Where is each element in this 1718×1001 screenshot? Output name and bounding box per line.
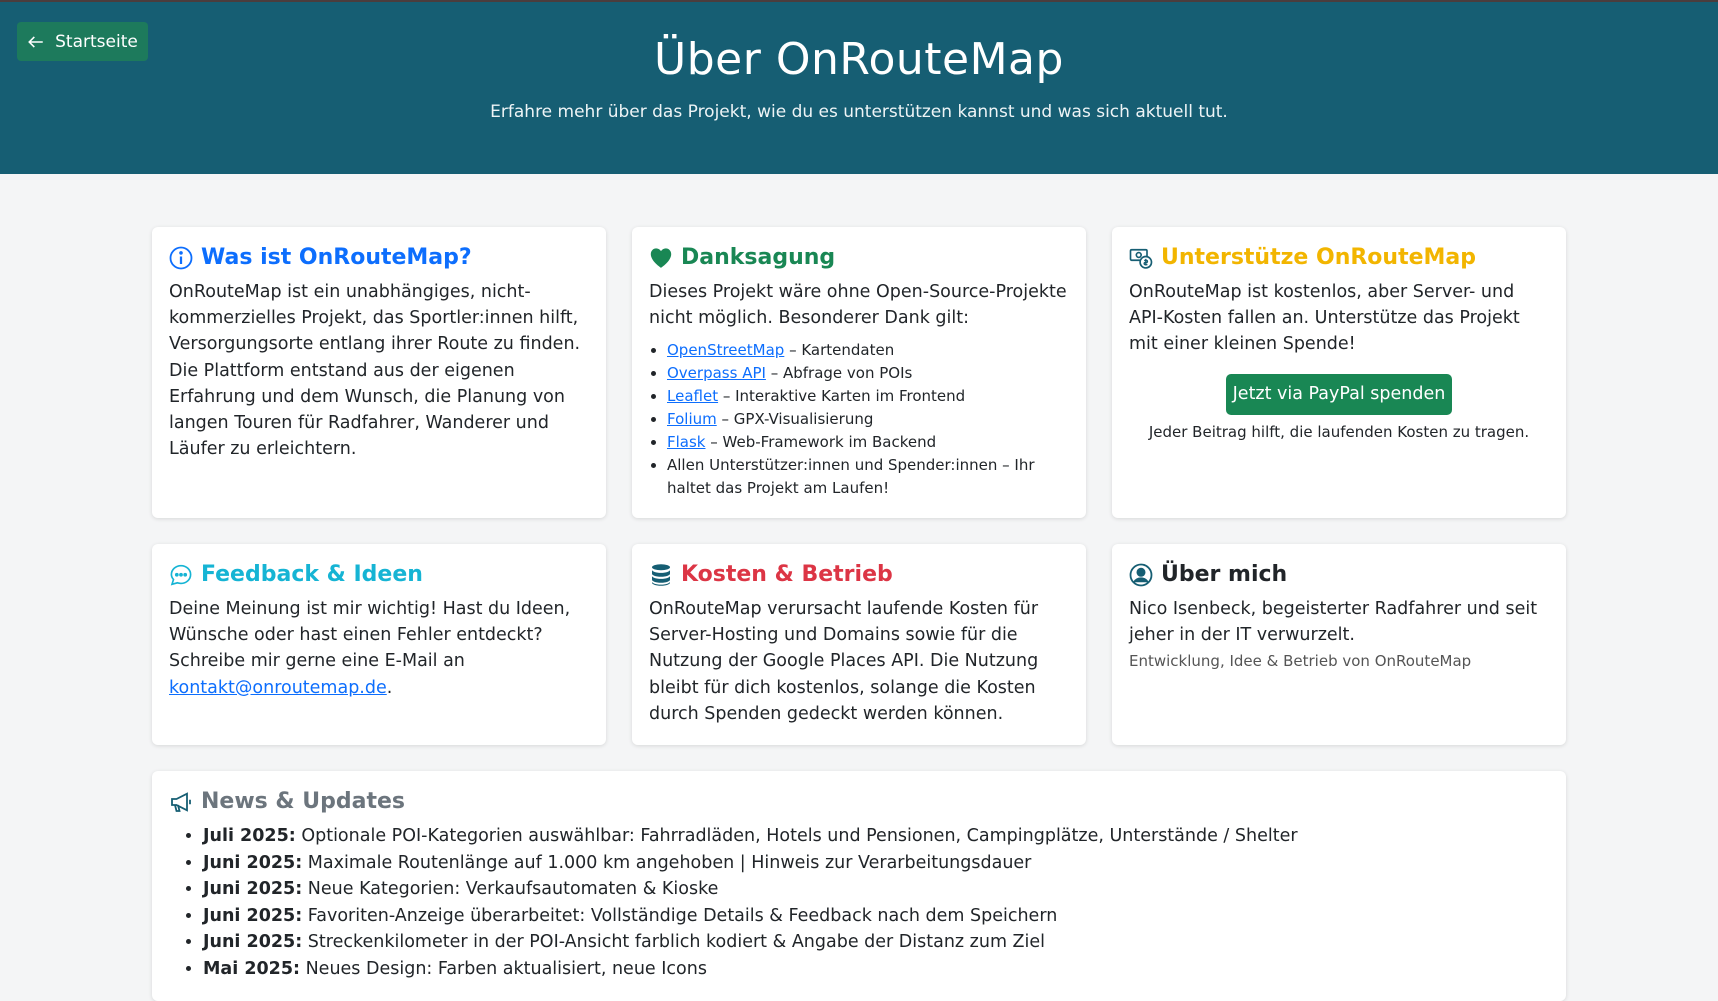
thanks-list: OpenStreetMap – Kartendaten Overpass API…	[649, 339, 1069, 500]
about-me-card: Über mich Nico Isenbeck, begeisterter Ra…	[1112, 544, 1566, 745]
heart-icon	[650, 248, 672, 268]
cash-icon	[1129, 248, 1153, 269]
news-title: News & Updates	[201, 789, 405, 814]
list-item-text: – Abfrage von POIs	[765, 364, 913, 383]
feedback-heading: Feedback & Ideen	[169, 560, 589, 590]
leaflet-link[interactable]: Leaflet	[667, 387, 718, 405]
list-item: Juli 2025: Optionale POI-Kategorien ausw…	[203, 823, 1549, 850]
thanks-card: Danksagung Dieses Projekt wäre ohne Open…	[632, 227, 1086, 518]
news-text: Favoriten-Anzeige überarbeitet: Vollstän…	[302, 905, 1058, 926]
about-card: Was ist OnRouteMap? OnRouteMap ist ein u…	[152, 227, 606, 518]
support-card: Unterstütze OnRouteMap OnRouteMap ist ko…	[1112, 227, 1566, 518]
news-date: Juni 2025:	[203, 852, 303, 873]
list-item: Overpass API – Abfrage von POIs	[667, 362, 1069, 385]
news-text: Maximale Routenlänge auf 1.000 km angeho…	[302, 852, 1032, 873]
info-icon	[169, 246, 193, 270]
database-icon	[652, 564, 670, 586]
news-card: News & Updates Juli 2025: Optionale POI-…	[152, 771, 1566, 1001]
feedback-card: Feedback & Ideen Deine Meinung ist mir w…	[152, 544, 606, 745]
list-item: Juni 2025: Maximale Routenlänge auf 1.00…	[203, 850, 1549, 877]
support-text: OnRouteMap ist kostenlos, aber Server- u…	[1129, 282, 1520, 355]
news-text: Optionale POI-Kategorien auswählbar: Fah…	[295, 826, 1298, 846]
list-item: Folium – GPX-Visualisierung	[667, 408, 1069, 431]
list-item-text: – Kartendaten	[784, 341, 895, 360]
thanks-title: Danksagung	[681, 245, 836, 270]
list-item: Juni 2025: Favoriten-Anzeige überarbeite…	[203, 903, 1549, 930]
list-item: Juni 2025: Streckenkilometer in der POI-…	[203, 929, 1549, 956]
feedback-text: Deine Meinung ist mir wichtig! Hast du I…	[169, 599, 571, 672]
about-me-text: Nico Isenbeck, begeisterter Radfahrer un…	[1129, 599, 1538, 646]
overpass-api-link[interactable]: Overpass API	[667, 364, 766, 382]
list-item-text: – GPX-Visualisierung	[716, 410, 874, 429]
person-circle-icon	[1129, 563, 1153, 587]
news-date: Juli 2025:	[203, 826, 296, 846]
costs-title: Kosten & Betrieb	[681, 562, 893, 587]
news-date: Mai 2025:	[203, 958, 301, 979]
news-date: Juni 2025:	[203, 932, 303, 952]
about-text: OnRouteMap ist ein unabhängiges, nicht-k…	[169, 282, 581, 460]
about-title: Was ist OnRouteMap?	[201, 245, 472, 270]
about-me-caption: Entwicklung, Idee & Betrieb von OnRouteM…	[1129, 652, 1472, 671]
feedback-suffix: .	[386, 677, 393, 698]
about-me-heading: Über mich	[1129, 560, 1549, 590]
support-heading: Unterstütze OnRouteMap	[1129, 243, 1549, 273]
costs-heading: Kosten & Betrieb	[649, 560, 1069, 590]
megaphone-icon	[171, 792, 191, 812]
about-me-title: Über mich	[1161, 562, 1288, 587]
news-text: Streckenkilometer in der POI-Ansicht far…	[302, 932, 1046, 952]
list-item-text: Allen Unterstützer:innen und Spender:inn…	[667, 456, 1035, 498]
news-list: Juli 2025: Optionale POI-Kategorien ausw…	[169, 823, 1549, 982]
donate-note: Jeder Beitrag hilft, die laufenden Koste…	[1148, 422, 1530, 441]
chat-icon	[170, 564, 192, 586]
news-heading: News & Updates	[169, 787, 1549, 817]
thanks-intro: Dieses Projekt wäre ohne Open-Source-Pro…	[649, 282, 1067, 329]
flask-link[interactable]: Flask	[667, 433, 706, 451]
costs-card: Kosten & Betrieb OnRouteMap verursacht l…	[632, 544, 1086, 745]
paypal-donate-button[interactable]: Jetzt via PayPal spenden	[1226, 373, 1452, 415]
list-item: Allen Unterstützer:innen und Spender:inn…	[667, 454, 1069, 500]
costs-text: OnRouteMap verursacht laufende Kosten fü…	[649, 599, 1039, 724]
list-item: OpenStreetMap – Kartendaten	[667, 339, 1069, 362]
news-date: Juni 2025:	[203, 879, 303, 899]
support-title: Unterstütze OnRouteMap	[1161, 245, 1476, 270]
feedback-title: Feedback & Ideen	[201, 562, 423, 587]
page-header: Startseite Über OnRouteMap Erfahre mehr …	[0, 0, 1718, 174]
page-title: Über OnRouteMap	[654, 34, 1064, 85]
thanks-heading: Danksagung	[649, 243, 1069, 273]
list-item: Leaflet – Interaktive Karten im Frontend	[667, 385, 1069, 408]
email-link[interactable]: kontakt@onroutemap.de	[169, 678, 387, 698]
list-item: Mai 2025: Neues Design: Farben aktualisi…	[203, 956, 1549, 983]
list-item: Flask – Web-Framework im Backend	[667, 431, 1069, 454]
openstreetmap-link[interactable]: OpenStreetMap	[667, 341, 784, 359]
list-item-text: – Interaktive Karten im Frontend	[718, 387, 966, 406]
list-item-text: – Web-Framework im Backend	[705, 433, 937, 452]
about-heading: Was ist OnRouteMap?	[169, 243, 589, 273]
news-date: Juni 2025:	[203, 905, 303, 926]
list-item: Juni 2025: Neue Kategorien: Verkaufsauto…	[203, 876, 1549, 903]
news-text: Neues Design: Farben aktualisiert, neue …	[300, 958, 707, 979]
news-text: Neue Kategorien: Verkaufsautomaten & Kio…	[302, 879, 719, 899]
feedback-text-block: Deine Meinung ist mir wichtig! Hast du I…	[169, 596, 589, 701]
folium-link[interactable]: Folium	[667, 410, 717, 428]
page-subtitle: Erfahre mehr über das Projekt, wie du es…	[490, 102, 1228, 122]
